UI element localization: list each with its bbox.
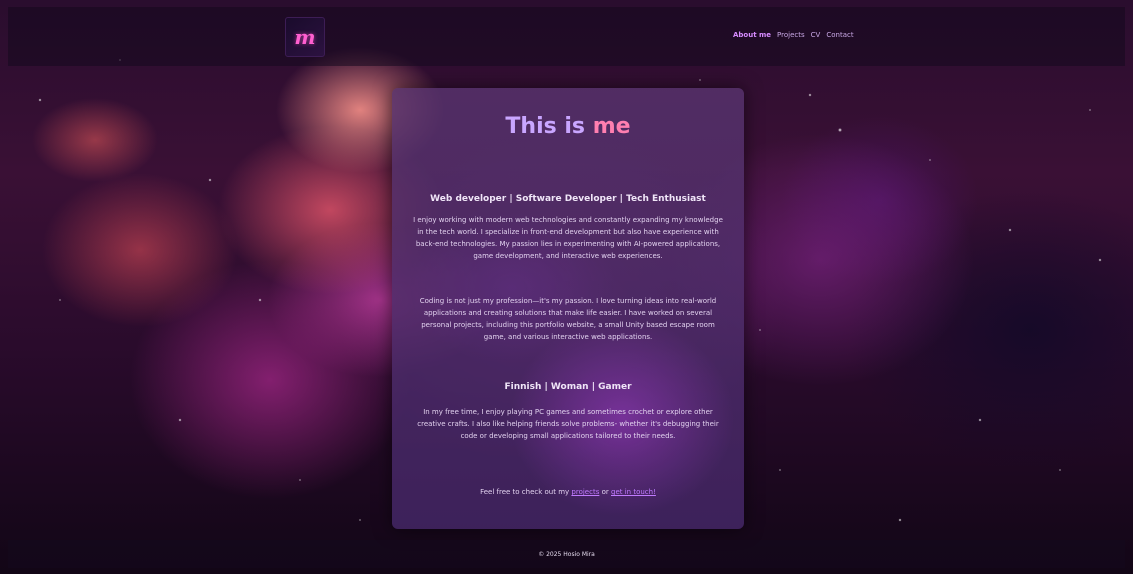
logo-glyph: m [294,25,316,49]
subheading-personal: Finnish | Woman | Gamer [504,382,632,392]
cta-prefix: Feel free to check out my [480,488,570,496]
page-title: This is me [392,114,744,139]
nav-link-about-me[interactable]: About me [733,31,771,39]
nav-link-cv[interactable]: CV [811,31,821,39]
site-logo[interactable]: m [285,17,325,57]
main-nav: About me Projects CV Contact [733,31,854,39]
contact-link[interactable]: get in touch! [611,488,656,496]
passion-paragraph: Coding is not just my profession—it's my… [419,297,717,341]
cta-mid: or [601,488,609,496]
copyright-text: © 2025 Hosio Mira [538,550,595,558]
subheading-roles: Web developer | Software Developer | Tec… [430,194,706,204]
title-part-1: This is [505,114,586,139]
nav-link-projects[interactable]: Projects [777,31,805,39]
call-to-action: Feel free to check out my projects or ge… [412,486,724,498]
nav-link-contact[interactable]: Contact [826,31,853,39]
site-footer: © 2025 Hosio Mira [8,540,1125,568]
title-part-2: me [592,114,631,139]
intro-paragraph: I enjoy working with modern web technolo… [413,216,723,260]
site-header: m About me Projects CV Contact [8,7,1125,66]
hobbies-paragraph: In my free time, I enjoy playing PC game… [417,408,719,440]
projects-link[interactable]: projects [571,488,599,496]
about-card: This is me Web developer | Software Deve… [392,88,744,529]
